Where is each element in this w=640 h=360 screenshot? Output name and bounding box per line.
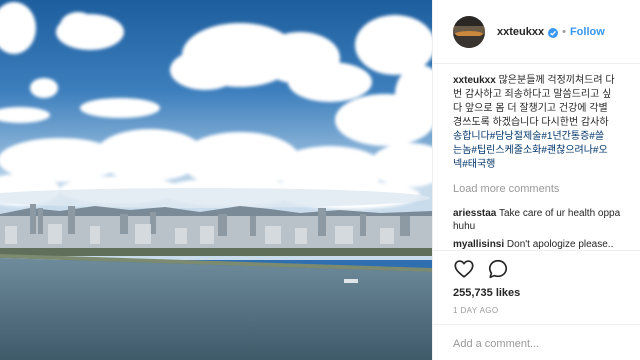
verified-badge-icon: [548, 27, 559, 38]
han-river-skyline-image: [0, 0, 432, 360]
header-username[interactable]: xxteukxx: [497, 26, 544, 38]
post-header: xxteukxx • Follow: [433, 0, 640, 64]
caption-hashtags[interactable]: 송합니다#담낭절제술#1년간통증#쓸: [453, 130, 640, 144]
caption-username[interactable]: xxteukxx: [453, 75, 496, 86]
comment-username[interactable]: myallisinsi: [453, 239, 504, 250]
comment-text: Take care of ur health oppa: [498, 208, 621, 219]
comment-username[interactable]: ariesstaa: [453, 208, 496, 219]
caption-line: 다 앞으로 몸 더 잘챙기고 건강에 각별: [453, 103, 608, 114]
avatar[interactable]: [453, 15, 485, 48]
heart-icon[interactable]: [453, 258, 475, 280]
comment-text: Don't apologize please..: [506, 239, 614, 250]
post-side-panel: xxteukxx • Follow xxteukxx 많은분들께 걱정끼쳐드려 …: [432, 0, 640, 360]
comment-bubble-icon[interactable]: [487, 258, 509, 280]
load-more-comments-link[interactable]: Load more comments: [453, 183, 559, 195]
comment-text-continuation: huhu: [453, 221, 476, 232]
likes-count[interactable]: 255,735 likes: [453, 287, 520, 299]
caption-text: 많은분들께 걱정끼쳐드려 다: [498, 75, 615, 86]
caption-line: 번 감사하고 죄송하다고 말씀드리고 싶: [453, 89, 612, 100]
add-comment-input[interactable]: [453, 335, 633, 353]
divider: [433, 250, 640, 251]
comment-item: ariesstaa Take care of ur health oppa: [453, 207, 640, 221]
caption-hashtags[interactable]: 는놈#팁린스케줄소화#괜찮으려나#오: [453, 144, 640, 158]
follow-button[interactable]: Follow: [570, 26, 605, 38]
post-timestamp[interactable]: 1 DAY AGO: [453, 306, 499, 315]
avatar-sunset-image: [453, 15, 485, 48]
add-comment-section: [433, 324, 640, 360]
post-caption: xxteukxx 많은분들께 걱정끼쳐드려 다 번 감사하고 죄송하다고 말씀드…: [453, 74, 640, 172]
caption-line: 경쓰도록 하겠습니다 다시한번 감사하: [453, 117, 609, 128]
caption-line: xxteukxx 많은분들께 걱정끼쳐드려 다: [453, 74, 640, 88]
caption-hashtags[interactable]: 넥#태국행: [453, 158, 640, 172]
post-photo[interactable]: [0, 0, 432, 360]
action-bar: [453, 258, 521, 280]
header-separator: •: [562, 25, 566, 38]
